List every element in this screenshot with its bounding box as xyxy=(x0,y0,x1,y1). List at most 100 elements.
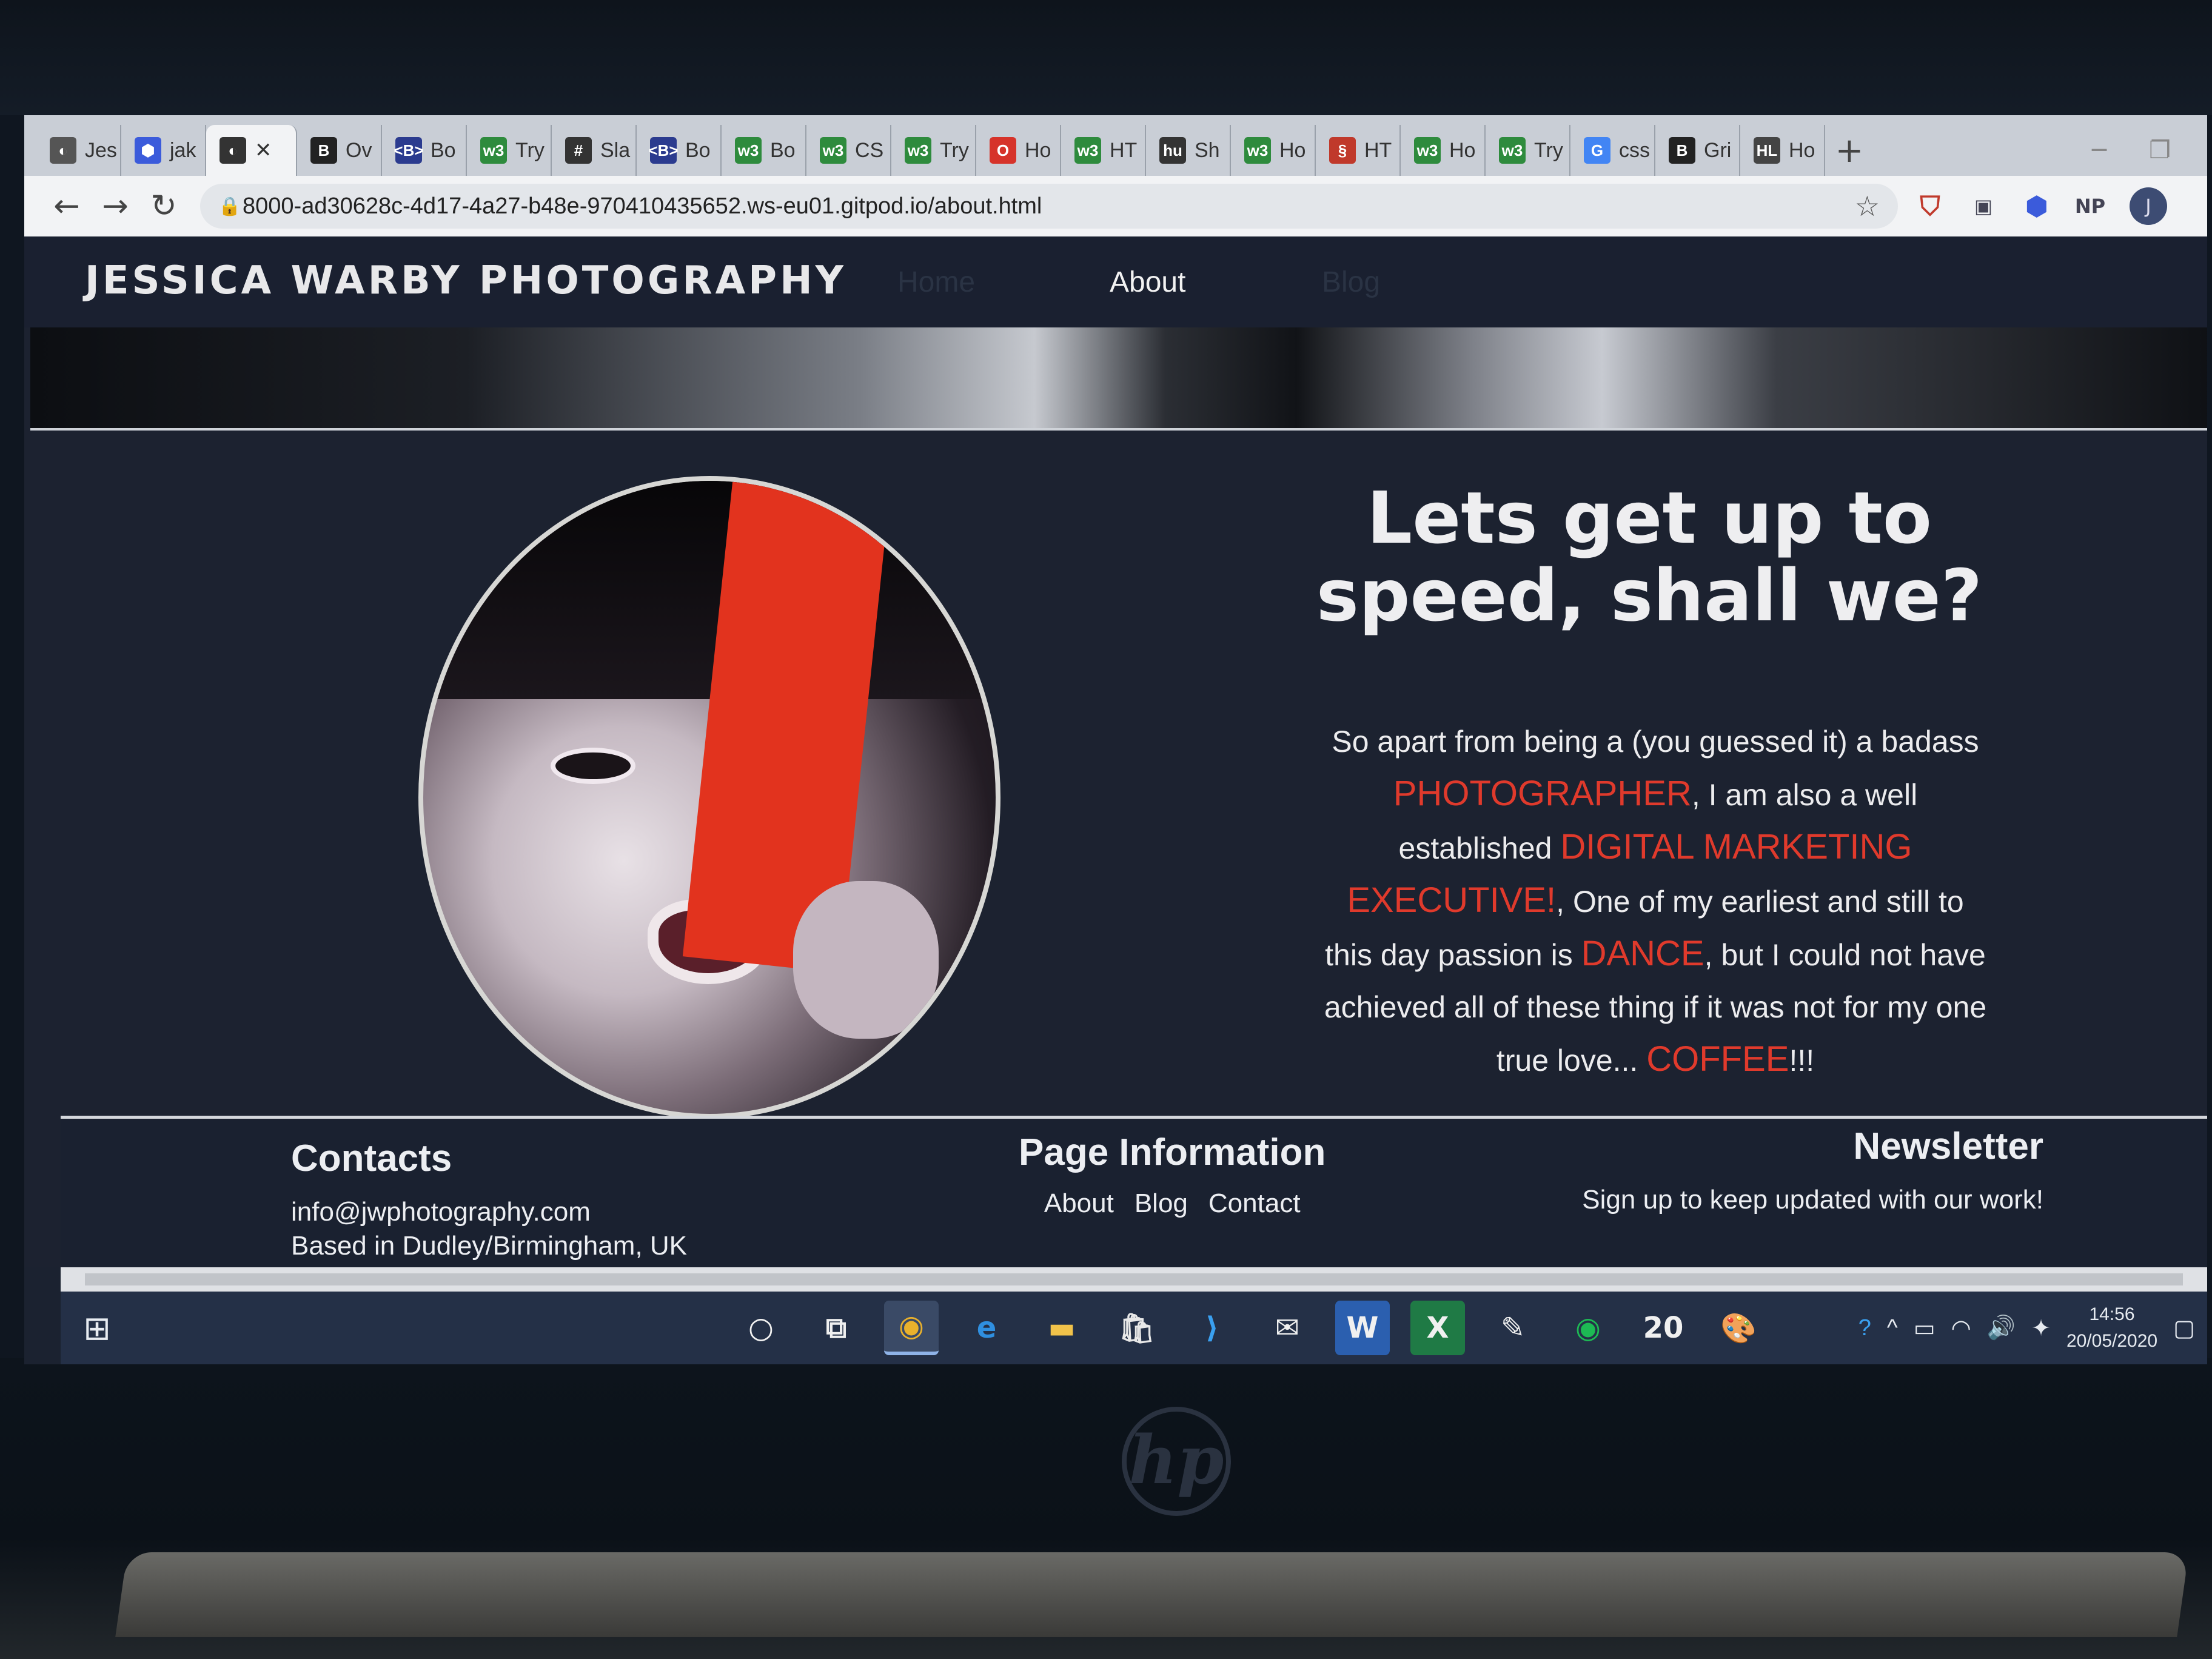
clock[interactable]: 14:56 20/05/2020 xyxy=(2066,1301,2157,1355)
browser-tab[interactable]: § HT xyxy=(1316,125,1401,176)
browser-tab[interactable]: HL Ho xyxy=(1740,125,1825,176)
browser-tab[interactable]: B Ov xyxy=(297,125,382,176)
help-icon[interactable]: ? xyxy=(1858,1315,1871,1341)
browser-tab[interactable]: ◐ ✕ xyxy=(206,125,297,176)
edge-icon[interactable]: e xyxy=(959,1301,1014,1355)
spotify-icon[interactable]: ◉ xyxy=(1561,1301,1615,1355)
contacts-title: Contacts xyxy=(291,1138,452,1179)
highlight-dance: DANCE xyxy=(1581,934,1704,973)
footer-contacts: Contacts info@jwphotography.com Based in… xyxy=(291,1137,687,1261)
browser-tab[interactable]: Gcss xyxy=(1570,125,1655,176)
browser-tab[interactable]: # Sla xyxy=(552,125,637,176)
footer-link-about[interactable]: About xyxy=(1044,1188,1114,1219)
word-icon[interactable]: W xyxy=(1335,1301,1390,1355)
cortana-icon[interactable]: ○ xyxy=(734,1301,788,1355)
hp-logo: hp xyxy=(1122,1407,1231,1516)
horizontal-scrollbar[interactable] xyxy=(61,1267,2207,1292)
chevron-up-icon[interactable]: ^ xyxy=(1887,1315,1898,1341)
tab-favicon-icon: # xyxy=(565,137,592,164)
browser-tab[interactable]: w3 CS xyxy=(806,125,891,176)
notifications-icon[interactable]: ▢ xyxy=(2173,1315,2195,1342)
footer-link-blog[interactable]: Blog xyxy=(1134,1188,1188,1219)
hero-banner-image xyxy=(30,327,2207,431)
vscode-icon[interactable]: ⟩ xyxy=(1185,1301,1239,1355)
system-tray: ? ^ ▭ ◠ 🔊 ✦ 14:56 20/05/2020 ▢ xyxy=(1858,1292,2195,1364)
contact-email[interactable]: info@jwphotography.com xyxy=(291,1197,687,1227)
browser-tab[interactable]: w3 Bo xyxy=(722,125,806,176)
restore-icon[interactable]: ❐ xyxy=(2149,136,2171,164)
calendar-20-icon[interactable]: 20 xyxy=(1636,1301,1691,1355)
forward-icon[interactable]: → xyxy=(91,188,139,224)
tab-label: Try xyxy=(940,138,969,162)
browser-tab[interactable]: w3 HT xyxy=(1061,125,1146,176)
file-explorer-icon[interactable]: ▬ xyxy=(1034,1301,1089,1355)
store-icon[interactable]: 🛍 xyxy=(1110,1301,1164,1355)
profile-avatar[interactable]: J xyxy=(2130,187,2167,225)
excel-icon[interactable]: X xyxy=(1410,1301,1465,1355)
nav-blog[interactable]: Blog xyxy=(1322,266,1380,299)
tab-label: css xyxy=(1619,138,1650,162)
task-view-icon[interactable]: ⧉ xyxy=(809,1301,863,1355)
contact-location: Based in Dudley/Birmingham, UK xyxy=(291,1231,687,1261)
site-footer: Contacts info@jwphotography.com Based in… xyxy=(61,1116,2207,1267)
wifi-icon[interactable]: ◠ xyxy=(1951,1315,1971,1342)
browser-tab[interactable]: w3 Ho xyxy=(1401,125,1486,176)
new-tab-button[interactable]: + xyxy=(1825,125,1874,176)
dropbox-icon[interactable]: ✦ xyxy=(2031,1315,2051,1342)
browser-tab[interactable]: w3 Try xyxy=(1486,125,1570,176)
taskbar: ⊞ ○ ⧉ ◉ e ▬ 🛍 ⟩ ✉ W X ✎ ◉ 20 🎨 ? ^ ▭ ◠ 🔊… xyxy=(61,1292,2207,1364)
tab-favicon-icon: § xyxy=(1329,137,1356,164)
tab-favicon-icon: ◐ xyxy=(220,137,246,164)
newsletter-title: Newsletter xyxy=(1853,1125,2043,1167)
extension-np-icon[interactable]: NP xyxy=(2069,188,2111,224)
browser-tab[interactable]: B Gri xyxy=(1655,125,1740,176)
tab-label: Sla xyxy=(600,138,631,162)
extension-square-icon[interactable]: ▣ xyxy=(1962,188,2005,224)
url-text[interactable]: 8000-ad30628c-4d17-4a27-b48e-97041043565… xyxy=(243,193,1855,220)
browser-toolbar: ← → ↻ 🔒 8000-ad30628c-4d17-4a27-b48e-970… xyxy=(24,176,2207,236)
footer-link-contact[interactable]: Contact xyxy=(1208,1188,1301,1219)
browser-tab[interactable]: w3 Try xyxy=(467,125,552,176)
bookmark-star-icon[interactable]: ☆ xyxy=(1855,190,1880,223)
site-brand[interactable]: JESSICA WARBY PHOTOGRAPHY xyxy=(85,258,846,303)
browser-tab[interactable]: <B> Bo xyxy=(637,125,722,176)
windows-start-icon[interactable]: ⊞ xyxy=(61,1309,133,1347)
extension-hexagon-icon[interactable]: ⬢ xyxy=(2016,188,2058,224)
minimize-icon[interactable]: ─ xyxy=(2092,136,2106,164)
chrome-icon[interactable]: ◉ xyxy=(884,1301,939,1355)
inkscape-icon[interactable]: ✎ xyxy=(1486,1301,1540,1355)
tab-favicon-icon: w3 xyxy=(480,137,507,164)
extension-shield-icon[interactable]: ⛉ xyxy=(1909,188,1951,224)
nav-home[interactable]: Home xyxy=(897,266,975,299)
browser-tab[interactable]: <B> Bo xyxy=(382,125,467,176)
paint-icon[interactable]: 🎨 xyxy=(1711,1301,1766,1355)
tab-favicon-icon: w3 xyxy=(820,137,846,164)
tab-favicon-icon: w3 xyxy=(905,137,931,164)
tab-favicon-icon: HL xyxy=(1754,137,1780,164)
window-controls: ─ ❐ xyxy=(2092,125,2207,176)
browser-tab[interactable]: ⬢ jak xyxy=(121,125,206,176)
address-bar[interactable]: 🔒 8000-ad30628c-4d17-4a27-b48e-970410435… xyxy=(200,184,1898,229)
mail-icon[interactable]: ✉ xyxy=(1260,1301,1315,1355)
about-paragraph: So apart from being a (you guessed it) a… xyxy=(1324,725,1987,1079)
back-icon[interactable]: ← xyxy=(42,188,91,224)
tab-favicon-icon: w3 xyxy=(1074,137,1101,164)
tab-favicon-icon: B xyxy=(310,137,337,164)
browser-tab[interactable]: w3 Ho xyxy=(1231,125,1316,176)
tab-label: Try xyxy=(1534,138,1563,162)
tab-favicon-icon: B xyxy=(1669,137,1695,164)
battery-icon[interactable]: ▭ xyxy=(1914,1315,1936,1342)
nav-about[interactable]: About xyxy=(1110,266,1185,299)
browser-tab[interactable]: w3 Try xyxy=(891,125,976,176)
tab-favicon-icon: ⬢ xyxy=(135,137,161,164)
tab-favicon-icon: w3 xyxy=(735,137,762,164)
reload-icon[interactable]: ↻ xyxy=(139,188,188,224)
browser-tab[interactable]: O Ho xyxy=(976,125,1061,176)
browser-tab[interactable]: ◐ Jes xyxy=(36,125,121,176)
tab-strip: ◐ Jes ⬢ jak ◐ ✕ B Ov <B> Bo w3 Try # Sla <B> Bo w3 Bo w3 CS… xyxy=(24,115,2207,176)
volume-icon[interactable]: 🔊 xyxy=(1987,1315,2016,1341)
tab-label: Try xyxy=(515,138,545,162)
about-headline: Lets get up to speed, shall we? xyxy=(1316,476,1983,637)
tab-favicon-icon: O xyxy=(990,137,1016,164)
browser-tab[interactable]: hu Sh xyxy=(1146,125,1231,176)
